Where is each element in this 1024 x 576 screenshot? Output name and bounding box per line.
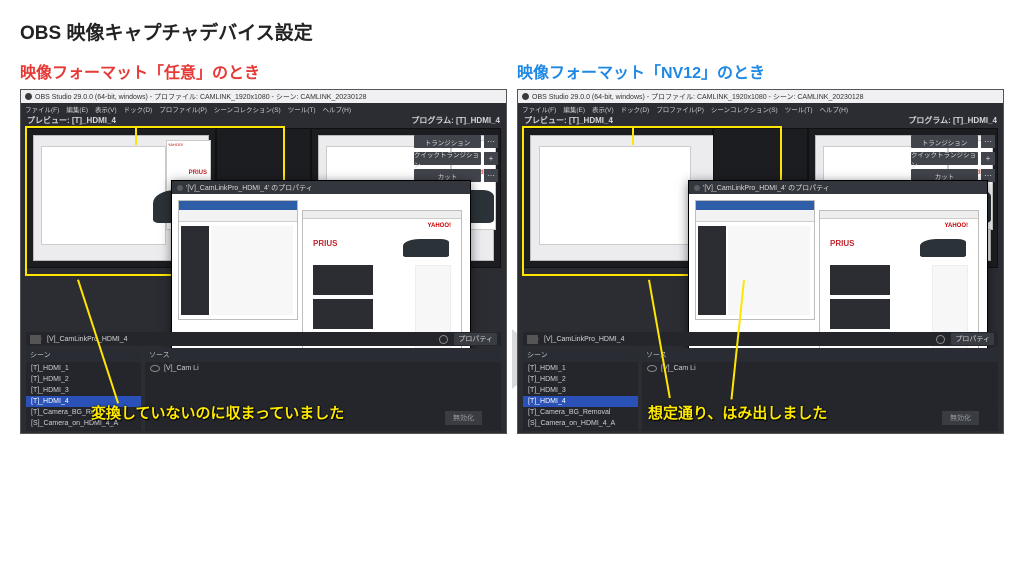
menu-view[interactable]: 表示(V) [95, 104, 117, 113]
eye-icon[interactable] [150, 365, 160, 372]
transition-button[interactable]: トランジション [414, 135, 481, 148]
dialog-icon [177, 185, 183, 191]
window-title: OBS Studio 29.0.0 (64-bit, windows) - プロ… [532, 92, 864, 102]
transition-button[interactable]: トランジション [911, 135, 978, 148]
source-item[interactable]: [V]_Cam Li [145, 363, 501, 374]
dialog-icon [694, 185, 700, 191]
menu-tools[interactable]: ツール(T) [785, 104, 813, 113]
disabled-button[interactable]: 無効化 [445, 411, 482, 425]
window-title: OBS Studio 29.0.0 (64-bit, windows) - プロ… [35, 92, 367, 102]
active-source-name: [V]_CamLinkPro_HDMI_4 [47, 336, 128, 343]
menu-dock[interactable]: ドック(D) [124, 104, 153, 113]
menu-help[interactable]: ヘルプ(H) [820, 104, 849, 113]
program-label: プログラム: [T]_HDMI_4 [761, 115, 1004, 127]
settings-icon[interactable]: ⋯ [981, 135, 995, 148]
camera-icon [527, 335, 538, 344]
menu-file[interactable]: ファイル(F) [25, 104, 59, 113]
transition-panel: トランジション⋯ クイックトランジション+ カット⋯ [911, 135, 995, 182]
menu-tools[interactable]: ツール(T) [288, 104, 316, 113]
scene-item[interactable]: [T]_HDMI_1 [26, 363, 141, 374]
settings-icon[interactable]: ⋯ [484, 169, 498, 182]
nested-window-a [695, 200, 815, 320]
menu-scenecol[interactable]: シーンコレクション(S) [711, 104, 778, 113]
heading-right: 映像フォーマット「NV12」のとき [517, 59, 1004, 83]
menu-help[interactable]: ヘルプ(H) [323, 104, 352, 113]
menubar: ファイル(F) 編集(E) 表示(V) ドック(D) プロファイル(P) シーン… [518, 103, 1003, 114]
gear-icon[interactable] [936, 335, 945, 344]
scene-item[interactable]: [T]_HDMI_2 [523, 374, 638, 385]
active-source-bar: [V]_CamLinkPro_HDMI_4 プロパティ [523, 332, 998, 346]
gear-icon[interactable] [439, 335, 448, 344]
window-titlebar: OBS Studio 29.0.0 (64-bit, windows) - プロ… [21, 90, 506, 103]
quick-transition-button[interactable]: クイックトランジション [911, 152, 978, 165]
dialog-titlebar: '[V]_CamLinkPro_HDMI_4' のプロパティ [689, 181, 987, 194]
active-source-name: [V]_CamLinkPro_HDMI_4 [544, 336, 625, 343]
add-icon[interactable]: + [484, 152, 498, 165]
program-label: プログラム: [T]_HDMI_4 [264, 115, 507, 127]
menu-view[interactable]: 表示(V) [592, 104, 614, 113]
sources-header: ソース [145, 348, 501, 362]
marker-line [135, 127, 137, 145]
preview-left [523, 128, 713, 268]
scene-item[interactable]: [T]_HDMI_1 [523, 363, 638, 374]
menu-profile[interactable]: プロファイル(P) [656, 104, 704, 113]
properties-button[interactable]: プロパティ [951, 333, 994, 345]
settings-icon[interactable]: ⋯ [484, 135, 498, 148]
quick-transition-button[interactable]: クイックトランジション [414, 152, 481, 165]
menu-edit[interactable]: 編集(E) [66, 104, 88, 113]
scenes-header: シーン [523, 348, 638, 362]
scene-item[interactable]: [T]_HDMI_2 [26, 374, 141, 385]
dialog-titlebar: '[V]_CamLinkPro_HDMI_4' のプロパティ [172, 181, 470, 194]
scene-item[interactable]: [T]_HDMI_4 [523, 396, 638, 407]
properties-button[interactable]: プロパティ [454, 333, 497, 345]
scenes-header: シーン [26, 348, 141, 362]
marker-line [632, 127, 634, 145]
menu-file[interactable]: ファイル(F) [522, 104, 556, 113]
menubar: ファイル(F) 編集(E) 表示(V) ドック(D) プロファイル(P) シーン… [21, 103, 506, 114]
window-titlebar: OBS Studio 29.0.0 (64-bit, windows) - プロ… [518, 90, 1003, 103]
preview-label: プレビュー: [T]_HDMI_4 [518, 115, 761, 127]
car-icon [403, 239, 449, 257]
scene-item[interactable]: [T]_Camera_BG_Removal [523, 407, 638, 418]
camera-icon [30, 335, 41, 344]
menu-scenecol[interactable]: シーンコレクション(S) [214, 104, 281, 113]
nested-window-a [178, 200, 298, 320]
scenes-list[interactable]: [T]_HDMI_1 [T]_HDMI_2 [T]_HDMI_3 [T]_HDM… [523, 362, 638, 431]
sources-header: ソース [642, 348, 998, 362]
obs-logo-icon [25, 93, 32, 100]
scene-item[interactable]: [T]_HDMI_3 [26, 385, 141, 396]
menu-profile[interactable]: プロファイル(P) [159, 104, 207, 113]
obs-logo-icon [522, 93, 529, 100]
scene-item[interactable]: [S]_Camera_on_HDMI_4_A [523, 418, 638, 429]
page-title: OBS 映像キャプチャデバイス設定 [20, 18, 1004, 45]
menu-edit[interactable]: 編集(E) [563, 104, 585, 113]
car-icon [920, 239, 966, 257]
caption-right: 想定通り、はみ出しました [648, 402, 827, 423]
yahoo-logo: YAHOO! [168, 142, 183, 147]
caption-left: 変換していないのに収まっていました [91, 402, 344, 423]
obs-window-left: OBS Studio 29.0.0 (64-bit, windows) - プロ… [20, 89, 507, 434]
scene-item[interactable]: [S]_Camera_on_HDMI_4_B [26, 429, 141, 431]
obs-window-right: OBS Studio 29.0.0 (64-bit, windows) - プロ… [517, 89, 1004, 434]
source-item[interactable]: [V]_Cam Li [642, 363, 998, 374]
scene-item[interactable]: [S]_Camera_on_HDMI_4_B [523, 429, 638, 431]
transition-panel: トランジション⋯ クイックトランジション+ カット⋯ [414, 135, 498, 182]
add-icon[interactable]: + [981, 152, 995, 165]
scene-item[interactable]: [T]_HDMI_3 [523, 385, 638, 396]
prius-text: PRIUS [189, 170, 207, 176]
eye-icon[interactable] [647, 365, 657, 372]
disabled-button[interactable]: 無効化 [942, 411, 979, 425]
heading-left: 映像フォーマット「任意」のとき [20, 59, 507, 83]
menu-dock[interactable]: ドック(D) [621, 104, 650, 113]
column-left: 映像フォーマット「任意」のとき OBS Studio 29.0.0 (64-bi… [20, 59, 507, 434]
column-right: 映像フォーマット「NV12」のとき OBS Studio 29.0.0 (64-… [517, 59, 1004, 434]
scenes-panel: シーン [T]_HDMI_1 [T]_HDMI_2 [T]_HDMI_3 [T]… [523, 348, 638, 431]
preview-label: プレビュー: [T]_HDMI_4 [21, 115, 264, 127]
